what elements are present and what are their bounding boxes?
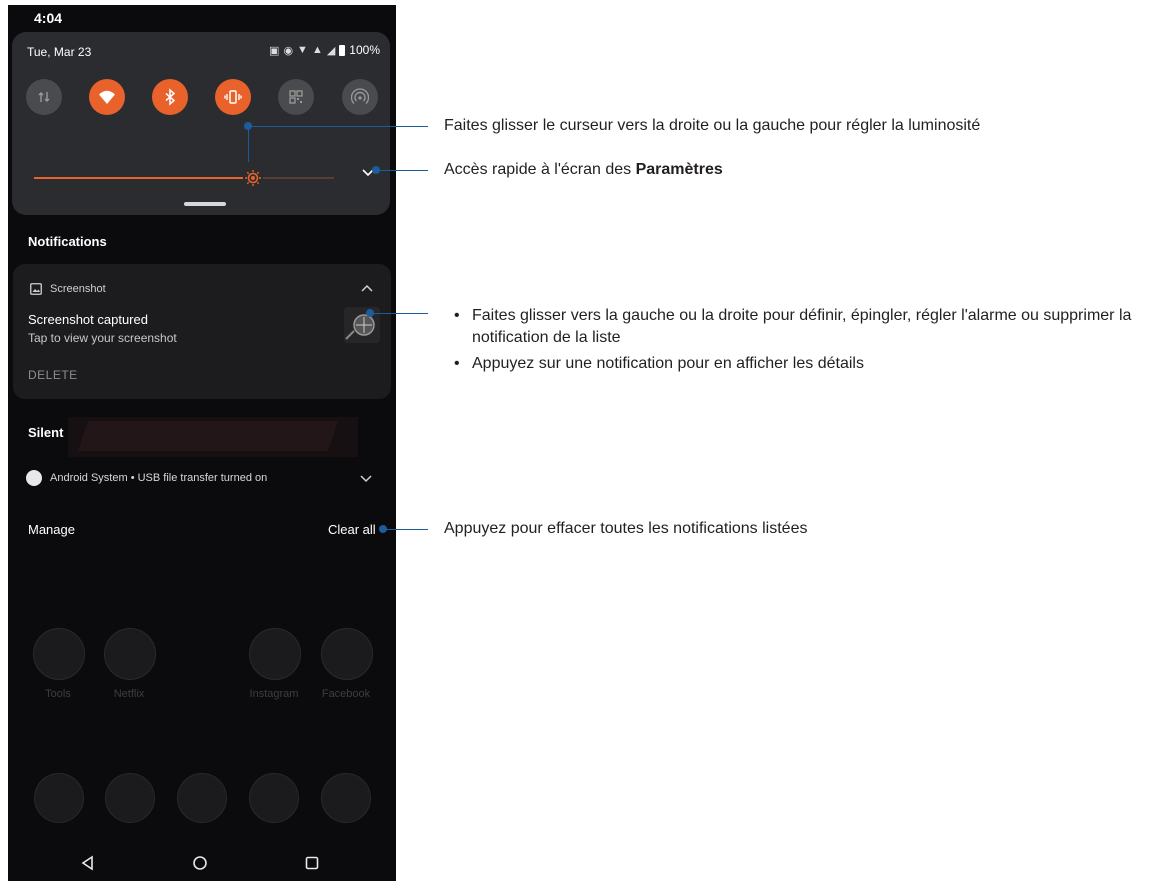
brightness-slider[interactable] xyxy=(34,168,334,188)
status-time: 4:04 xyxy=(34,10,63,26)
navigation-bar xyxy=(8,849,396,881)
silent-notification-text: Android System • USB file transfer turne… xyxy=(50,472,268,484)
expand-chevron-icon[interactable] xyxy=(359,472,373,486)
nfc-icon: ▣ xyxy=(269,44,280,57)
quick-settings-panel: Tue, Mar 23 ▣ ◉ ▼ ▲ ◢ 100% xyxy=(12,32,390,215)
callout-line-brightness xyxy=(248,126,428,127)
app-label-tools: Tools xyxy=(45,688,71,700)
callout-line-notification xyxy=(370,313,428,314)
tile-vibrate[interactable] xyxy=(215,79,251,115)
notification-text: Tap to view your screenshot xyxy=(28,331,177,345)
signal-icon: ◢ xyxy=(326,44,336,57)
wallpaper-logo xyxy=(68,417,358,457)
app-netflix[interactable] xyxy=(104,628,156,680)
tile-wifi[interactable] xyxy=(89,79,125,115)
tile-qr-scanner[interactable] xyxy=(278,79,314,115)
callout-stem-brightness xyxy=(248,126,249,162)
quick-tiles xyxy=(26,79,378,115)
tile-bluetooth[interactable] xyxy=(152,79,188,115)
app-instagram[interactable] xyxy=(249,628,301,680)
recents-icon[interactable] xyxy=(302,853,322,873)
app-facebook[interactable] xyxy=(321,628,373,680)
data-transfer-icon xyxy=(38,92,50,102)
bluetooth-icon xyxy=(165,88,176,106)
wifi-status-icon: ▼ xyxy=(297,44,308,56)
callout-clear-text: Appuyez pour effacer toutes les notifica… xyxy=(444,520,808,537)
battery-percent: 100% xyxy=(349,43,380,57)
collapse-chevron-icon[interactable] xyxy=(360,281,374,295)
dock-phone-icon[interactable] xyxy=(34,773,84,823)
notification-title: Screenshot captured xyxy=(28,312,148,327)
delete-button[interactable]: DELETE xyxy=(28,368,78,382)
screenshot-notification[interactable]: Screenshot Screenshot captured Tap to vi… xyxy=(13,264,391,399)
android-system-icon xyxy=(26,470,42,486)
callout-settings-text: Accès rapide à l'écran des Paramètres xyxy=(444,161,723,179)
dock-camera-icon[interactable] xyxy=(321,773,371,823)
callout-line-clear xyxy=(383,529,428,530)
notification-app-row: Screenshot xyxy=(30,283,106,295)
qs-date: Tue, Mar 23 xyxy=(27,45,92,59)
clear-all-button[interactable]: Clear all xyxy=(328,522,376,537)
app-tools[interactable] xyxy=(33,628,85,680)
app-label-facebook: Facebook xyxy=(321,688,371,700)
callout-bullet-2-text: Appuyez sur une notification pour en aff… xyxy=(472,355,864,372)
vibrate-status-icon: ◉ xyxy=(283,44,294,57)
notifications-header: Notifications xyxy=(28,234,107,249)
notification-app-name: Screenshot xyxy=(50,283,106,295)
volte-icon: ▲ xyxy=(311,44,323,56)
callout-bullet-1-text: Faites glisser vers la gauche ou la droi… xyxy=(472,307,1132,346)
callout-settings-prefix: Accès rapide à l'écran des xyxy=(444,161,636,178)
bullet-mark: • xyxy=(454,355,460,372)
app-label-instagram: Instagram xyxy=(249,688,299,700)
wifi-icon xyxy=(99,90,115,104)
qs-drag-handle[interactable] xyxy=(184,202,226,206)
callout-bullet-1: • Faites glisser vers la gauche ou la dro… xyxy=(454,305,1166,349)
manage-button[interactable]: Manage xyxy=(28,522,75,537)
brightness-track xyxy=(263,177,334,179)
silent-notification[interactable]: Android System • USB file transfer turne… xyxy=(26,469,376,489)
home-icon[interactable] xyxy=(190,853,210,873)
silent-header: Silent xyxy=(28,425,64,440)
app-label-netflix: Netflix xyxy=(113,688,145,700)
callout-brightness-text: Faites glisser le curseur vers la droite… xyxy=(444,117,981,134)
dock-chrome-icon[interactable] xyxy=(249,773,299,823)
callout-bullet-2: • Appuyez sur une notification pour en af… xyxy=(454,353,1166,375)
tile-hotspot[interactable] xyxy=(342,79,378,115)
brightness-fill xyxy=(34,177,243,179)
callout-settings-bold: Paramètres xyxy=(635,161,723,178)
back-icon[interactable] xyxy=(78,853,98,873)
callout-notification-bullets: • Faites glisser vers la gauche ou la dro… xyxy=(454,305,1166,379)
brightness-thumb-icon[interactable] xyxy=(244,169,262,187)
battery-icon xyxy=(339,44,346,56)
dock-messages-icon[interactable] xyxy=(105,773,155,823)
qr-scanner-icon xyxy=(289,90,303,104)
vibrate-icon xyxy=(224,90,242,104)
status-bar: 4:04 xyxy=(8,5,396,27)
callout-line-settings xyxy=(376,170,428,171)
qs-status-icons: ▣ ◉ ▼ ▲ ◢ 100% xyxy=(269,43,380,57)
image-icon xyxy=(30,283,42,295)
dock-launcher-icon[interactable] xyxy=(177,773,227,823)
bullet-mark: • xyxy=(454,307,460,324)
phone-screen: 4:04 Tue, Mar 23 ▣ ◉ ▼ ▲ ◢ 100% Notifica… xyxy=(8,5,396,881)
tile-data-transfer[interactable] xyxy=(26,79,62,115)
hotspot-icon xyxy=(351,88,369,104)
